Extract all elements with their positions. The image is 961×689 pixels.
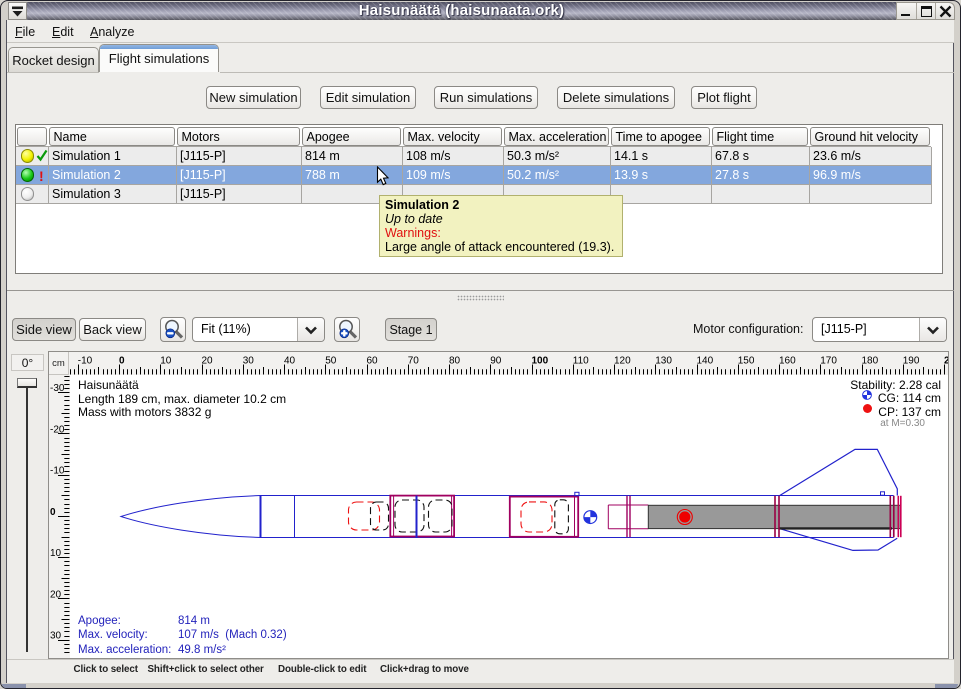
svg-text:60: 60 [367, 356, 379, 367]
svg-text:130: 130 [655, 356, 672, 367]
svg-text:70: 70 [408, 356, 420, 367]
svg-text:140: 140 [697, 356, 714, 367]
svg-text:40: 40 [284, 356, 296, 367]
svg-text:160: 160 [779, 356, 796, 367]
svg-text:20: 20 [202, 356, 214, 367]
svg-text:30: 30 [50, 631, 62, 642]
svg-text:-10: -10 [50, 466, 65, 477]
svg-text:-20: -20 [50, 424, 65, 435]
svg-text:110: 110 [573, 356, 589, 367]
svg-text:-10: -10 [78, 356, 93, 367]
svg-text:170: 170 [820, 356, 837, 367]
svg-text:100: 100 [532, 356, 549, 367]
svg-text:10: 10 [50, 548, 62, 559]
svg-text:150: 150 [738, 356, 755, 367]
svg-text:200: 200 [944, 356, 948, 367]
svg-text:0: 0 [50, 507, 56, 518]
svg-text:-30: -30 [50, 383, 65, 394]
svg-text:30: 30 [243, 356, 255, 367]
svg-text:0: 0 [119, 356, 125, 367]
svg-text:120: 120 [614, 356, 631, 367]
svg-text:190: 190 [903, 356, 920, 367]
svg-text:10: 10 [160, 356, 172, 367]
svg-text:90: 90 [490, 356, 502, 367]
svg-text:20: 20 [50, 589, 62, 600]
svg-text:80: 80 [449, 356, 461, 367]
svg-text:180: 180 [862, 356, 879, 367]
svg-text:50: 50 [325, 356, 337, 367]
